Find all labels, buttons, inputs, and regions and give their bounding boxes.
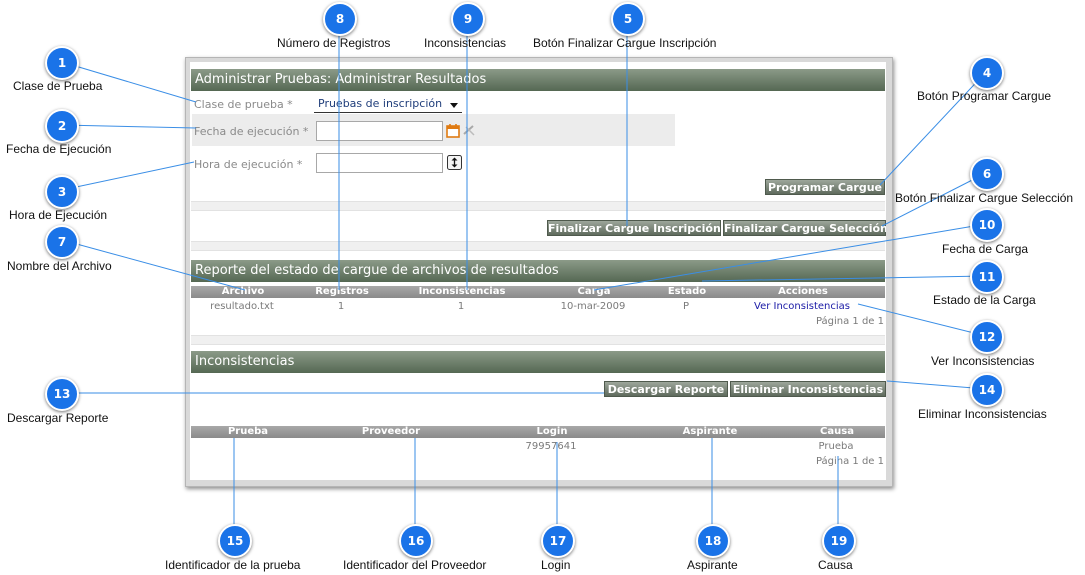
- annotation-label-2: Fecha de Ejecución: [6, 142, 112, 156]
- annotation-badge-9: 9: [451, 2, 485, 36]
- inconsistencias-pager: Página 1 de 1: [815, 456, 884, 467]
- programar-cargue-button[interactable]: Programar Cargue: [765, 179, 885, 195]
- calendar-icon[interactable]: [446, 123, 460, 138]
- cell-inconsistencias: 1: [457, 301, 465, 312]
- annotation-badge-7: 7: [45, 225, 79, 259]
- annotation-label-8: Número de Registros: [277, 36, 391, 50]
- column-registros: Registros: [315, 286, 369, 297]
- chevron-down-icon: [450, 103, 458, 108]
- annotation-label-18: Aspirante: [687, 558, 738, 572]
- annotation-label-6: Botón Finalizar Cargue Selección: [895, 191, 1074, 205]
- annotation-badge-16: 16: [399, 524, 433, 558]
- clase-prueba-label: Clase de prueba *: [194, 98, 293, 111]
- admin-section-title: Administrar Pruebas: Administrar Resulta…: [191, 69, 885, 91]
- annotation-badge-5: 5: [611, 2, 645, 36]
- annotation-badge-11: 11: [970, 260, 1004, 294]
- application-window: Administrar Pruebas: Administrar Resulta…: [185, 57, 893, 487]
- column-causa: Causa: [820, 426, 854, 437]
- finalizar-cargue-inscripcion-button[interactable]: Finalizar Cargue Inscripción: [547, 220, 721, 236]
- annotation-badge-1: 1: [45, 46, 79, 80]
- column-estado: Estado: [667, 286, 707, 297]
- annotation-badge-4: 4: [970, 56, 1004, 90]
- annotation-label-9: Inconsistencias: [424, 36, 507, 50]
- cell-registros: 1: [337, 301, 345, 312]
- column-carga: Carga: [577, 286, 611, 297]
- hora-ejecucion-input[interactable]: [316, 153, 443, 173]
- cell-login: 79957641: [525, 441, 577, 452]
- inconsistencias-table-header: Prueba Proveedor Login Aspirante Causa: [191, 426, 885, 438]
- annotation-label-16: Identificador del Proveedor: [343, 558, 487, 572]
- annotation-label-5: Botón Finalizar Cargue Inscripción: [533, 36, 717, 50]
- annotation-label-7: Nombre del Archivo: [7, 259, 112, 273]
- hora-ejecucion-label: Hora de ejecución *: [194, 158, 303, 171]
- annotation-label-10: Fecha de Carga: [942, 242, 1029, 256]
- annotation-badge-8: 8: [323, 2, 357, 36]
- annotation-label-14: Eliminar Inconsistencias: [918, 407, 1047, 421]
- finalizar-cargue-seleccion-button[interactable]: Finalizar Cargue Selección: [723, 220, 886, 236]
- annotation-label-11: Estado de la Carga: [933, 293, 1036, 307]
- reporte-section-title: Reporte del estado de cargue de archivos…: [191, 260, 885, 282]
- reporte-pager: Página 1 de 1: [815, 316, 884, 327]
- separator-1: [191, 201, 885, 211]
- clase-prueba-value: Pruebas de inscripción: [318, 97, 443, 110]
- reporte-table-header: Archivo Registros Inconsistencias Carga …: [191, 286, 885, 298]
- annotation-badge-2: 2: [45, 109, 79, 143]
- main-panel: Administrar Pruebas: Administrar Resulta…: [190, 62, 886, 480]
- annotation-badge-14: 14: [970, 373, 1004, 407]
- inconsistencias-section-title: Inconsistencias: [191, 351, 885, 373]
- clear-date-icon[interactable]: [462, 124, 476, 137]
- eliminar-inconsistencias-button[interactable]: Eliminar Inconsistencias: [730, 381, 886, 397]
- fecha-ejecucion-label: Fecha de ejecución *: [194, 125, 309, 138]
- annotation-label-15: Identificador de la prueba: [165, 558, 301, 572]
- annotation-label-12: Ver Inconsistencias: [931, 354, 1035, 368]
- column-login: Login: [536, 426, 568, 437]
- separator-2: [191, 241, 885, 251]
- annotation-badge-10: 10: [970, 208, 1004, 242]
- column-inconsistencias: Inconsistencias: [418, 286, 506, 297]
- annotation-badge-12: 12: [970, 320, 1004, 354]
- ver-inconsistencias-link[interactable]: Ver Inconsistencias: [754, 301, 850, 312]
- cell-causa: Prueba: [818, 441, 854, 452]
- cell-estado: P: [682, 301, 690, 312]
- annotation-badge-19: 19: [822, 524, 856, 558]
- time-stepper-icon[interactable]: [447, 155, 462, 170]
- annotation-label-13: Descargar Reporte: [7, 411, 109, 425]
- annotation-badge-3: 3: [45, 175, 79, 209]
- annotation-badge-18: 18: [696, 524, 730, 558]
- clase-prueba-select[interactable]: Pruebas de inscripción: [314, 96, 462, 113]
- annotation-label-3: Hora de Ejecución: [9, 208, 108, 222]
- descargar-reporte-button[interactable]: Descargar Reporte: [604, 381, 728, 397]
- annotation-badge-15: 15: [218, 524, 252, 558]
- fecha-ejecucion-input[interactable]: [316, 121, 443, 141]
- annotation-badge-17: 17: [541, 524, 575, 558]
- annotation-label-1: Clase de Prueba: [13, 79, 103, 93]
- annotation-label-17: Login: [541, 558, 571, 572]
- column-prueba: Prueba: [227, 426, 269, 437]
- annotation-badge-13: 13: [45, 377, 79, 411]
- column-aspirante: Aspirante: [682, 426, 738, 437]
- annotation-label-4: Botón Programar Cargue: [917, 89, 1052, 103]
- annotation-label-19: Causa: [818, 558, 853, 572]
- annotation-badge-6: 6: [970, 157, 1004, 191]
- separator-3: [191, 335, 885, 345]
- column-acciones: Acciones: [778, 286, 828, 297]
- column-proveedor: Proveedor: [361, 426, 421, 437]
- cell-archivo: resultado.txt: [210, 301, 274, 312]
- cell-carga: 10-mar-2009: [560, 301, 626, 312]
- column-archivo: Archivo: [221, 286, 265, 297]
